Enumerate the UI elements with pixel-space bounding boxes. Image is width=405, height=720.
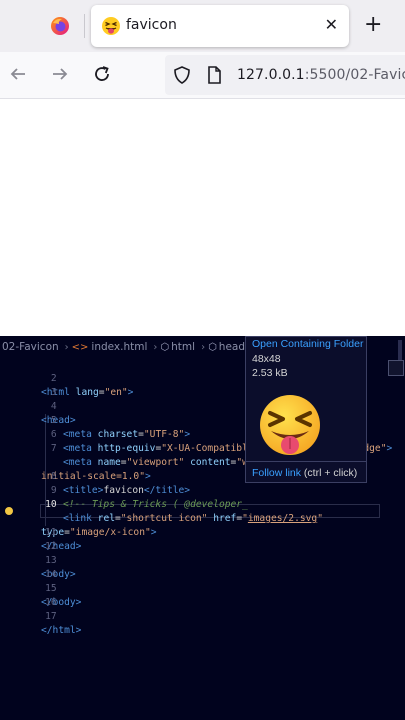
code-line: 2 <html lang="en"> — [0, 358, 133, 398]
line-number: 10 — [45, 499, 57, 510]
line-number: 4 — [50, 401, 57, 412]
code-line: initial-scale=1.0"> — [0, 442, 151, 482]
line-number: 11 — [45, 527, 57, 538]
page-info-icon[interactable] — [204, 65, 224, 85]
chevron-right-icon: › — [201, 341, 206, 353]
code-line: 13 <body> — [0, 540, 76, 580]
line-number: 8 — [50, 471, 57, 482]
breadcrumb-html[interactable]: html — [171, 341, 195, 353]
follow-link-hint: (ctrl + click) — [301, 467, 358, 479]
reload-button[interactable] — [90, 62, 114, 86]
html-file-icon: <> — [71, 341, 89, 353]
address-bar[interactable]: 127.0.0.1:5500/02-Favico — [165, 55, 405, 95]
breadcrumb-file[interactable]: index.html — [91, 341, 147, 353]
line-text: <meta charset="UTF-8"> — [63, 429, 191, 440]
follow-link[interactable]: Follow link — [252, 467, 301, 479]
breadcrumb: 02-Favicon › <> index.html › ⬡ html › ⬡ … — [0, 339, 282, 355]
minimap-indicator — [388, 360, 404, 376]
chevron-right-icon: › — [153, 341, 158, 353]
reload-icon — [95, 66, 109, 81]
line-number: 5 — [50, 415, 57, 426]
code-line: 10 <link rel="shortcut icon" href="image… — [0, 484, 323, 524]
code-line: 16 — [0, 582, 57, 608]
tab-strip: favicon ✕ + — [0, 0, 405, 52]
code-line: 12 — [0, 526, 57, 552]
code-line: 6 <meta http-equiv="X-UA-Compatibl "edge… — [0, 414, 392, 454]
line-number: 14 — [45, 569, 57, 580]
code-line: 17 </html> — [0, 596, 81, 636]
follow-link-row: Follow link (ctrl + click) — [252, 467, 357, 479]
line-text: <!-- Tips & Tricks ( @developer_ — [63, 499, 248, 510]
image-dimensions: 48x48 — [252, 353, 281, 365]
line-text: initial-scale=1.0"> — [41, 471, 151, 482]
forward-arrow-icon — [53, 68, 68, 80]
line-text: </html> — [41, 625, 82, 636]
image-preview-hover: Open Containing Folder 48x48 2.53 kB Fol… — [245, 336, 367, 483]
firefox-icon — [51, 17, 69, 35]
code-line: 7 <meta name="viewport" content="w dth, — [0, 428, 352, 468]
squinting-tongue-emoji-preview-icon — [260, 395, 320, 455]
line-number: 12 — [45, 541, 57, 552]
line-number: 17 — [45, 611, 57, 622]
line-text: <link rel="shortcut icon" href="images/2… — [63, 513, 323, 524]
page-content — [0, 99, 405, 336]
line-number: 6 — [50, 429, 57, 440]
line-number: 16 — [45, 597, 57, 608]
chevron-right-icon: › — [64, 341, 69, 353]
line-number: 2 — [50, 373, 57, 384]
element-cube-icon: ⬡ — [208, 341, 217, 353]
pinned-tab-firefox[interactable] — [44, 10, 76, 42]
tab-title: favicon — [126, 17, 177, 33]
code-line: 15 </body> — [0, 568, 81, 608]
url-text: 127.0.0.1:5500/02-Favico — [237, 67, 405, 83]
element-cube-icon: ⬡ — [160, 341, 170, 353]
navigation-toolbar: 127.0.0.1:5500/02-Favico — [0, 52, 405, 99]
tab-separator — [84, 14, 85, 38]
breadcrumb-head[interactable]: head — [219, 341, 245, 353]
line-text: <title>favicon</title> — [63, 485, 191, 496]
image-file-size: 2.53 kB — [252, 367, 288, 379]
back-arrow-icon — [10, 68, 25, 80]
code-line: 5 <meta charset="UTF-8"> — [0, 400, 190, 440]
back-button[interactable] — [6, 62, 30, 86]
squinting-tongue-emoji-icon — [102, 17, 120, 35]
close-tab-icon[interactable]: ✕ — [325, 15, 338, 34]
line-number: 7 — [50, 443, 57, 454]
line-number: 9 — [50, 485, 57, 496]
code-line: 9 <!-- Tips & Tricks ( @developer_ — [0, 470, 248, 510]
href-link[interactable]: images/2.svg — [248, 513, 317, 524]
code-line: 14 — [0, 554, 57, 580]
code-line: 8 <title>favicon</title> — [0, 456, 190, 496]
line-number: 15 — [45, 583, 57, 594]
line-text: type="image/x-icon"> — [41, 527, 157, 538]
forward-button[interactable] — [48, 62, 72, 86]
code-line: 3 — [0, 372, 57, 398]
url-path: :5500/02-Favico — [304, 67, 405, 83]
breadcrumb-folder[interactable]: 02-Favicon — [2, 341, 59, 353]
code-line: type="image/x-icon"> — [0, 498, 157, 538]
divider — [246, 461, 366, 462]
url-host: 127.0.0.1 — [237, 67, 305, 83]
line-number: 3 — [50, 387, 57, 398]
line-number: 13 — [45, 555, 57, 566]
tracking-protection-shield-icon[interactable] — [172, 65, 192, 85]
code-line: 4 <head> — [0, 386, 76, 426]
new-tab-button[interactable]: + — [364, 12, 382, 38]
tab-favicon[interactable]: favicon ✕ — [91, 5, 349, 47]
code-line: 11 </head> — [0, 512, 81, 552]
open-containing-folder-link[interactable]: Open Containing Folder — [252, 338, 364, 350]
